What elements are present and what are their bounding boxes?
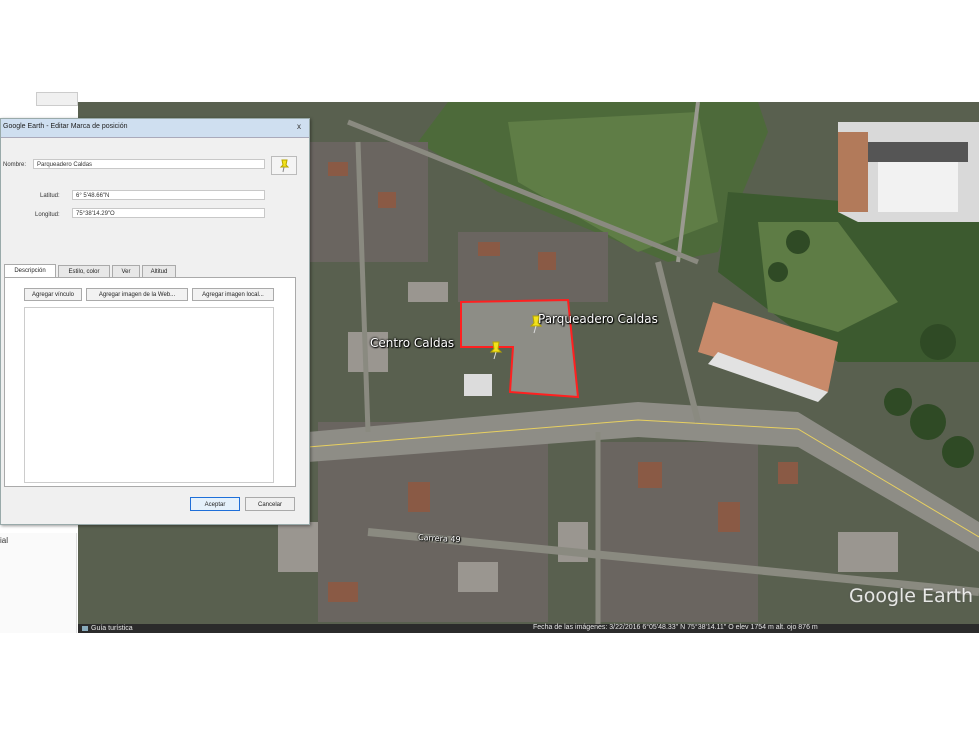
google-earth-logo: Google Earth [849, 585, 973, 607]
dialog-titlebar[interactable]: Google Earth - Editar Marca de posición … [1, 119, 309, 138]
description-textarea[interactable] [24, 307, 274, 483]
places-panel-text: ial [0, 536, 9, 545]
add-local-image-button[interactable]: Agregar imagen local... [192, 288, 274, 301]
toolbar-button[interactable] [36, 92, 78, 106]
status-bar [78, 624, 979, 633]
pushpin-icon[interactable] [489, 340, 503, 360]
latitude-label: Latitud: [40, 193, 60, 199]
latitude-field[interactable]: 6° 5'48.66"N [72, 190, 265, 200]
add-web-image-button[interactable]: Agregar imagen de la Web... [86, 288, 188, 301]
tour-guide-button[interactable]: Guía turística [82, 625, 133, 632]
close-icon[interactable]: x [293, 122, 305, 133]
map-label-center[interactable]: Centro Caldas [370, 336, 454, 350]
name-label: Nombre: [3, 162, 27, 168]
placemark-icon-button[interactable] [271, 156, 297, 175]
pushpin-icon [279, 159, 290, 173]
pushpin-icon[interactable] [529, 314, 543, 334]
name-field[interactable]: Parqueadero Caldas [33, 159, 265, 169]
longitude-label: Longitud: [35, 212, 60, 218]
dialog-title: Google Earth - Editar Marca de posición [3, 123, 128, 130]
map-attribution: Fecha de las imágenes: 3/22/2016 6°05'48… [533, 624, 818, 631]
places-panel [0, 533, 77, 633]
accept-button[interactable]: Aceptar [190, 497, 240, 511]
longitude-field[interactable]: 75°38'14.29"O [72, 208, 265, 218]
add-link-button[interactable]: Agregar vínculo [24, 288, 82, 301]
cancel-button[interactable]: Cancelar [245, 497, 295, 511]
map-label-parking[interactable]: Parqueadero Caldas [538, 312, 658, 326]
